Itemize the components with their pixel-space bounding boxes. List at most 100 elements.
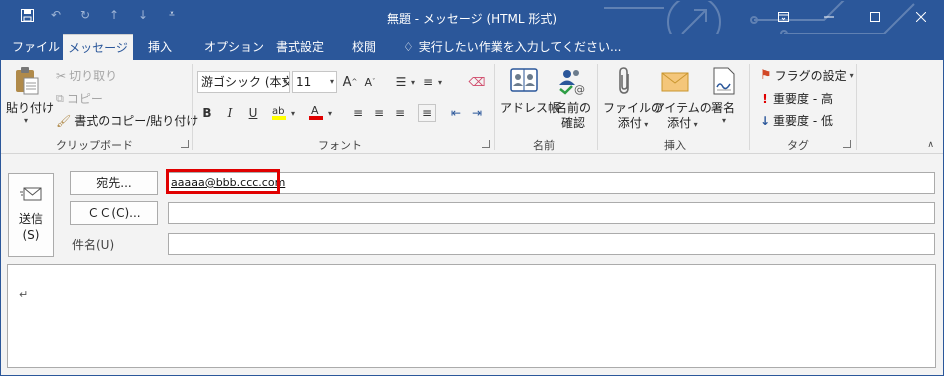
tab-options[interactable]: オプション bbox=[204, 34, 264, 60]
tab-review[interactable]: 校閲 bbox=[352, 34, 376, 60]
check-names-line1: 名前の bbox=[555, 101, 592, 115]
separator bbox=[856, 64, 857, 150]
paste-dropdown-icon[interactable]: ▾ bbox=[24, 116, 28, 125]
shrink-font-icon[interactable]: Aˇ bbox=[361, 73, 379, 91]
chevron-down-icon: ▾ bbox=[282, 77, 287, 86]
paste-button[interactable]: 貼り付け bbox=[6, 101, 54, 116]
bold-icon[interactable]: B bbox=[198, 104, 216, 122]
tags-group-label: タグ bbox=[787, 139, 809, 152]
align-right-icon[interactable]: ≡ bbox=[391, 104, 409, 122]
tab-format-text[interactable]: 書式設定 bbox=[276, 34, 324, 60]
chevron-down-icon: ▾ bbox=[329, 77, 334, 86]
svg-text:@: @ bbox=[574, 83, 585, 95]
ribbon-display-icon[interactable] bbox=[760, 0, 806, 34]
separator bbox=[494, 64, 495, 150]
to-field[interactable]: aaaaa@bbb.ccc.com bbox=[168, 172, 935, 194]
underline-icon[interactable]: U bbox=[244, 104, 262, 122]
signature-button[interactable]: 署名 bbox=[711, 101, 735, 116]
address-book-button[interactable]: アドレス帳 bbox=[500, 101, 560, 116]
svg-text:A: A bbox=[311, 104, 319, 117]
decrease-indent-icon[interactable]: ⇤ bbox=[447, 104, 465, 122]
address-book-icon[interactable] bbox=[510, 67, 538, 96]
paperclip-icon[interactable] bbox=[617, 66, 633, 99]
ribbon: 貼り付け ▾ ✂ 切り取り ⧉ コピー 🖌 書式のコピー/貼り付け クリップボー… bbox=[0, 60, 944, 154]
clipboard-launcher-icon[interactable] bbox=[181, 140, 189, 148]
scissors-icon: ✂ bbox=[56, 68, 67, 83]
font-launcher-icon[interactable] bbox=[482, 140, 490, 148]
font-size-dropdown[interactable]: 11 ▾ bbox=[292, 71, 337, 93]
attach-item-line2: 添付 bbox=[667, 116, 692, 130]
chevron-down-icon[interactable]: ▾ bbox=[411, 78, 415, 87]
send-label: 送信 (S) bbox=[19, 211, 43, 243]
font-size-value: 11 bbox=[296, 75, 312, 89]
separator bbox=[192, 64, 193, 150]
flag-icon: ⚑ bbox=[760, 68, 772, 83]
format-painter-label: 書式のコピー/貼り付け bbox=[74, 114, 199, 128]
numbering-icon[interactable]: ≡ bbox=[419, 73, 437, 91]
tell-me-box[interactable]: ♢ 実行したい作業を入力してください... bbox=[403, 34, 622, 60]
copy-button[interactable]: ⧉ コピー bbox=[56, 90, 103, 107]
attach-item-button[interactable]: アイテムの 添付 ▾ bbox=[653, 101, 712, 132]
ribbon-tabs: ファイル メッセージ 挿入 オプション 書式設定 校閲 ♢ 実行したい作業を入力… bbox=[0, 34, 944, 60]
maximize-icon[interactable] bbox=[852, 0, 898, 34]
align-left-icon[interactable]: ≡ bbox=[349, 104, 367, 122]
cut-button[interactable]: ✂ 切り取り bbox=[56, 67, 117, 84]
minimize-icon[interactable] bbox=[806, 0, 852, 34]
high-importance-label: 重要度 - 高 bbox=[773, 92, 833, 106]
to-recipient-highlight bbox=[166, 169, 280, 194]
clear-formatting-icon[interactable]: ⌫ bbox=[468, 73, 486, 91]
font-name-dropdown[interactable]: 游ゴシック (本文 ▾ bbox=[197, 71, 290, 93]
lightbulb-icon: ♢ bbox=[403, 40, 414, 54]
chevron-down-icon[interactable]: ▾ bbox=[291, 109, 295, 118]
follow-up-flag-button[interactable]: ⚑ フラグの設定 ▾ bbox=[760, 67, 854, 84]
send-label-line1: 送信 bbox=[18, 212, 43, 226]
high-importance-button[interactable]: ! 重要度 - 高 bbox=[760, 90, 833, 107]
increase-indent-icon[interactable]: ⇥ bbox=[468, 104, 486, 122]
cut-label: 切り取り bbox=[69, 69, 118, 83]
subject-field[interactable] bbox=[168, 233, 935, 255]
collapse-ribbon-icon[interactable]: ∧ bbox=[927, 140, 934, 150]
send-envelope-icon bbox=[20, 186, 42, 205]
send-label-line2: (S) bbox=[22, 228, 40, 242]
separator bbox=[749, 64, 750, 150]
paintbrush-icon: 🖌 bbox=[56, 113, 72, 128]
chevron-down-icon[interactable]: ▾ bbox=[438, 78, 442, 87]
font-name-value: 游ゴシック (本文 bbox=[201, 75, 290, 89]
chevron-down-icon: ▾ bbox=[849, 71, 854, 80]
chevron-down-icon[interactable]: ▾ bbox=[328, 109, 332, 118]
bullets-icon[interactable]: ☰ bbox=[392, 73, 410, 91]
cc-button[interactable]: ＣＣ(C)... bbox=[70, 201, 158, 225]
align-center-icon[interactable]: ≡ bbox=[370, 104, 388, 122]
grow-font-icon[interactable]: A ^ bbox=[341, 73, 359, 91]
send-button[interactable]: 送信 (S) bbox=[8, 173, 54, 257]
cc-field[interactable] bbox=[168, 202, 935, 224]
low-importance-button[interactable]: ↓ 重要度 - 低 bbox=[760, 112, 833, 129]
paste-icon[interactable] bbox=[14, 66, 40, 96]
exclamation-icon: ! bbox=[762, 91, 768, 106]
highlight-icon[interactable]: ab bbox=[270, 103, 288, 121]
check-names-button[interactable]: 名前の 確認 bbox=[555, 101, 591, 131]
attach-item-line1: アイテムの bbox=[653, 101, 712, 115]
subject-label: 件名(U) bbox=[72, 238, 115, 252]
attach-item-icon[interactable] bbox=[661, 68, 691, 97]
check-names-icon[interactable]: @ bbox=[556, 67, 586, 98]
title-bar: ↶ ↻ ↑ ↓ ⩡ 無題 - メッセージ (HTML 形式) bbox=[0, 0, 944, 34]
insert-group-label: 挿入 bbox=[664, 139, 686, 152]
tab-message[interactable]: メッセージ bbox=[63, 34, 133, 60]
message-body[interactable]: ↵ bbox=[7, 264, 936, 368]
close-icon[interactable] bbox=[898, 0, 944, 34]
to-button[interactable]: 宛先... bbox=[70, 171, 158, 195]
attach-file-line2: 添付 bbox=[617, 116, 642, 130]
font-color-icon[interactable]: A bbox=[307, 103, 325, 121]
signature-icon[interactable] bbox=[712, 66, 738, 99]
copy-label: コピー bbox=[66, 92, 103, 106]
tags-launcher-icon[interactable] bbox=[843, 140, 851, 148]
signature-dropdown-icon[interactable]: ▾ bbox=[722, 116, 726, 125]
tab-file[interactable]: ファイル bbox=[12, 34, 60, 60]
format-painter-button[interactable]: 🖌 書式のコピー/貼り付け bbox=[56, 112, 198, 129]
font-group-label: フォント bbox=[318, 139, 362, 152]
italic-icon[interactable]: I bbox=[221, 104, 239, 122]
names-group-label: 名前 bbox=[533, 139, 555, 152]
justify-icon[interactable]: ≡ bbox=[418, 104, 436, 122]
tab-insert[interactable]: 挿入 bbox=[148, 34, 172, 60]
